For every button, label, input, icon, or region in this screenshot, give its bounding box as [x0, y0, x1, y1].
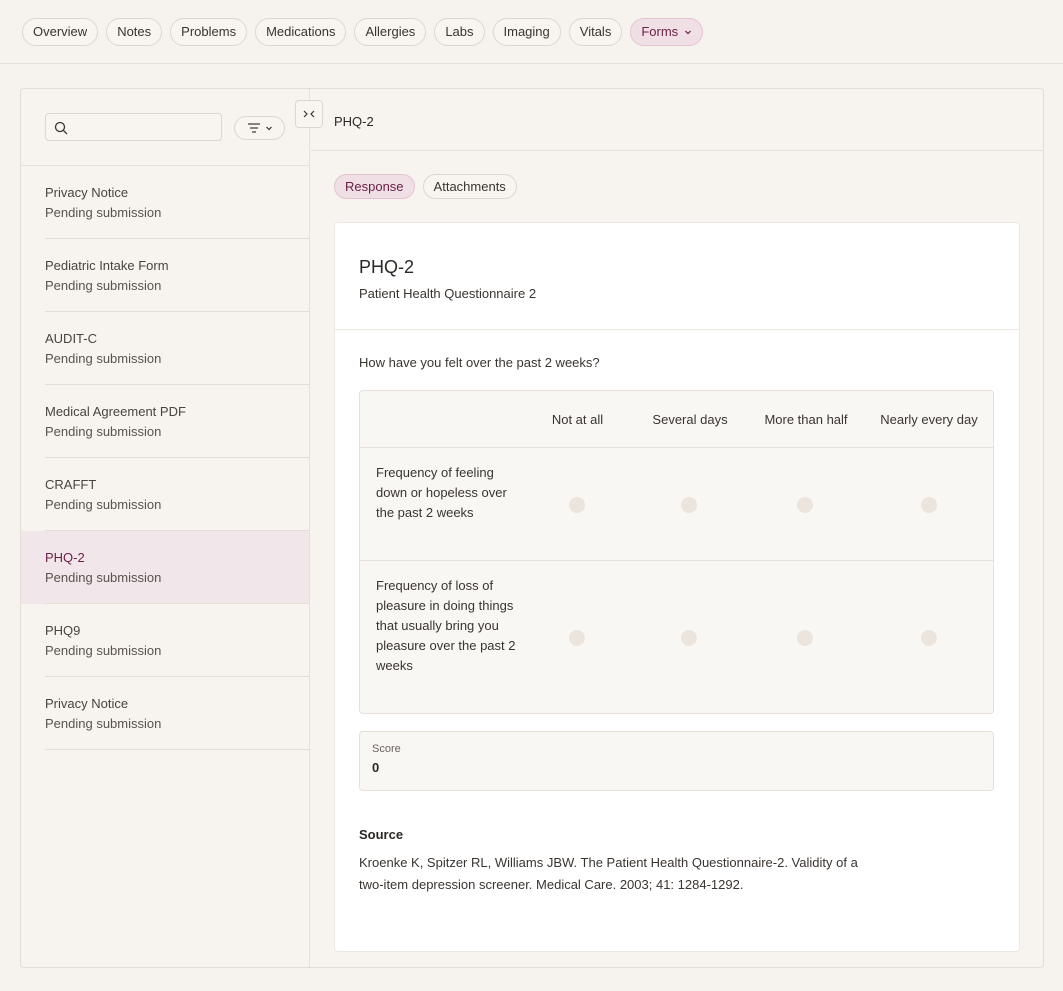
- tab-notes[interactable]: Notes: [106, 17, 163, 46]
- tab-label: Forms: [641, 24, 679, 39]
- form-list-item[interactable]: Pediatric Intake Form Pending submission: [21, 239, 309, 312]
- page-title: PHQ-2: [311, 89, 1043, 151]
- radio-option[interactable]: [681, 497, 697, 513]
- tab-vitals[interactable]: Vitals: [568, 17, 623, 46]
- form-list-item[interactable]: Privacy Notice Pending submission: [21, 677, 309, 750]
- tab-label: Labs: [445, 24, 474, 39]
- sidebar-toolbar: [21, 89, 309, 166]
- form-list-item[interactable]: Privacy Notice Pending submission: [21, 166, 309, 239]
- tab-response[interactable]: Response: [334, 174, 415, 199]
- radio-option[interactable]: [921, 630, 937, 646]
- score-label: Score: [372, 743, 401, 755]
- form-name: Privacy Notice: [45, 185, 129, 200]
- form-list-item[interactable]: PHQ9 Pending submission: [21, 604, 309, 677]
- tab-attachments[interactable]: Attachments: [422, 174, 517, 199]
- radio-option[interactable]: [569, 630, 585, 646]
- radio-option[interactable]: [681, 630, 697, 646]
- source-citation: Kroenke K, Spitzer RL, Williams JBW. The…: [359, 855, 858, 892]
- form-name: PHQ-2: [45, 550, 85, 565]
- form-status: Pending submission: [45, 351, 162, 366]
- form-name: AUDIT-C: [45, 331, 97, 346]
- radio-option[interactable]: [797, 630, 813, 646]
- tab-label: Attachments: [433, 179, 506, 194]
- forms-sidebar: Privacy Notice Pending submission Pediat…: [21, 89, 310, 967]
- filter-button[interactable]: [234, 116, 285, 140]
- tab-label: Overview: [33, 24, 88, 39]
- search-field[interactable]: [45, 113, 222, 141]
- search-icon: [54, 121, 68, 135]
- form-detail: PHQ-2 Response Attachments PHQ-2 Patient…: [311, 89, 1043, 967]
- source-heading: Source: [359, 827, 404, 842]
- column-label: More than half: [764, 411, 848, 427]
- column-label: Several days: [652, 411, 728, 427]
- form-name: Medical Agreement PDF: [45, 404, 186, 419]
- chevron-down-icon: [685, 30, 692, 34]
- tab-problems[interactable]: Problems: [170, 17, 248, 46]
- radio-option[interactable]: [921, 497, 937, 513]
- form-status: Pending submission: [45, 497, 162, 512]
- tab-label: Problems: [181, 24, 237, 39]
- form-header: PHQ-2 Patient Health Questionnaire 2: [335, 223, 1019, 330]
- form-subtitle: Patient Health Questionnaire 2: [359, 286, 537, 301]
- form-list-item[interactable]: CRAFFT Pending submission: [21, 458, 309, 531]
- tab-imaging[interactable]: Imaging: [492, 17, 561, 46]
- likert-header: Not at all Several days More than half N…: [360, 391, 993, 448]
- tab-label: Vitals: [579, 24, 612, 39]
- chevron-down-icon: [265, 126, 272, 131]
- form-status: Pending submission: [45, 570, 162, 585]
- tab-allergies[interactable]: Allergies: [354, 17, 427, 46]
- top-nav-tabs: Overview Notes Problems Medications Alle…: [0, 0, 1063, 64]
- forms-panel: Privacy Notice Pending submission Pediat…: [20, 88, 1044, 968]
- form-name: PHQ9: [45, 623, 81, 638]
- search-input[interactable]: [72, 114, 220, 140]
- likert-row: Frequency of loss of pleasure in doing t…: [360, 561, 993, 713]
- column-label: Nearly every day: [880, 411, 978, 427]
- tab-label: Imaging: [503, 24, 550, 39]
- filter-icon: [247, 123, 260, 133]
- radio-option[interactable]: [797, 497, 813, 513]
- form-status: Pending submission: [45, 424, 162, 439]
- form-list-item[interactable]: AUDIT-C Pending submission: [21, 312, 309, 385]
- score-value: 0: [372, 760, 380, 775]
- question-text: How have you felt over the past 2 weeks?: [359, 355, 600, 370]
- radio-option[interactable]: [569, 497, 585, 513]
- tab-label: Allergies: [365, 24, 416, 39]
- form-name: CRAFFT: [45, 477, 97, 492]
- row-label: Frequency of loss of pleasure in doing t…: [376, 578, 516, 673]
- form-list-item-selected[interactable]: PHQ-2 Pending submission: [21, 531, 309, 604]
- score-box: Score 0: [359, 731, 994, 791]
- form-status: Pending submission: [45, 716, 162, 731]
- tab-label: Medications: [266, 24, 336, 39]
- tab-medications[interactable]: Medications: [255, 17, 347, 46]
- form-status: Pending submission: [45, 278, 162, 293]
- likert-grid: Not at all Several days More than half N…: [359, 390, 994, 714]
- form-response-card: PHQ-2 Patient Health Questionnaire 2 How…: [334, 222, 1020, 952]
- collapse-sidebar-button[interactable]: [295, 100, 323, 128]
- tab-label: Response: [345, 179, 404, 194]
- form-name: Pediatric Intake Form: [45, 258, 169, 273]
- tab-forms[interactable]: Forms: [630, 17, 704, 46]
- tab-label: Notes: [117, 24, 152, 39]
- column-label: Not at all: [551, 411, 604, 427]
- form-status: Pending submission: [45, 643, 162, 658]
- form-status: Pending submission: [45, 205, 162, 220]
- form-name: Privacy Notice: [45, 696, 129, 711]
- row-label: Frequency of feeling down or hopeless ov…: [376, 465, 507, 520]
- tab-overview[interactable]: Overview: [22, 17, 99, 46]
- likert-row: Frequency of feeling down or hopeless ov…: [360, 448, 993, 561]
- collapse-panel-icon: [303, 110, 315, 118]
- detail-tabs: Response Attachments: [334, 174, 517, 199]
- tab-labs[interactable]: Labs: [434, 17, 485, 46]
- form-list-item[interactable]: Medical Agreement PDF Pending submission: [21, 385, 309, 458]
- form-title: PHQ-2: [359, 257, 415, 277]
